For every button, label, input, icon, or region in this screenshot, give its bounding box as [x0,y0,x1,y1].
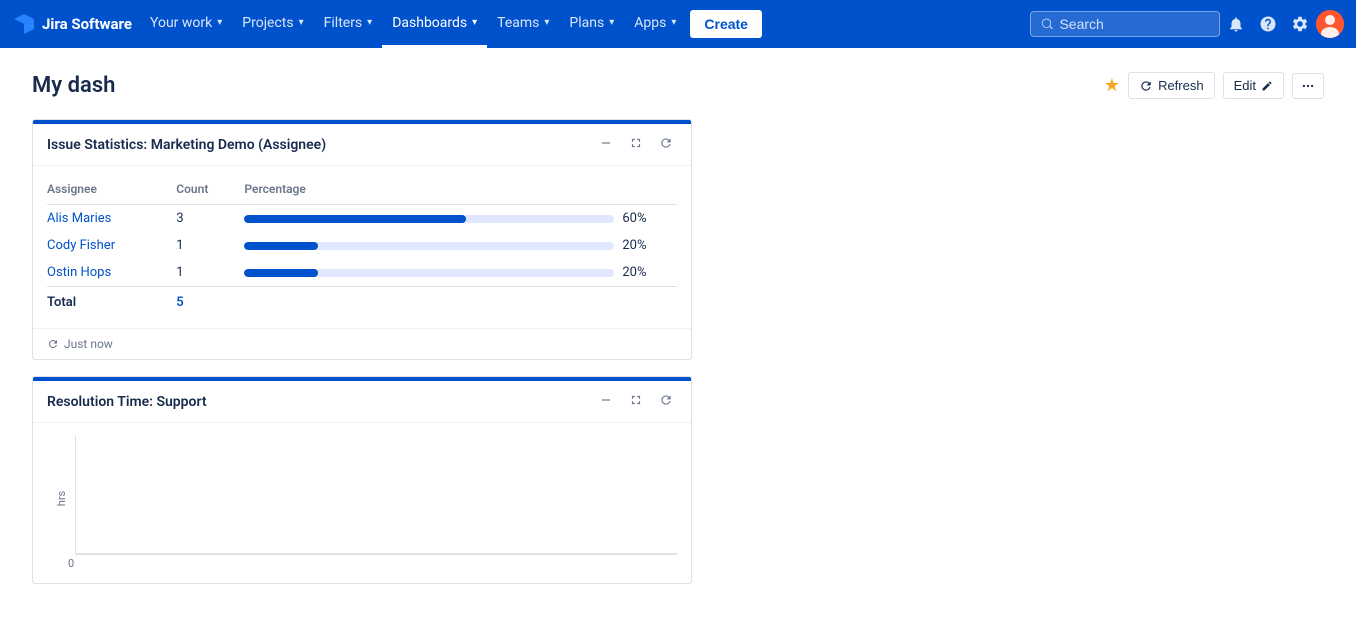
issue-statistics-widget: Issue Statistics: Marketing Demo (Assign… [32,119,692,360]
settings-button[interactable] [1284,8,1316,40]
count-cell: 3 [176,205,244,233]
resolution-widget-actions [595,391,677,412]
widget-header-actions [595,134,677,155]
percentage-cell: 20% [622,232,677,259]
create-button[interactable]: Create [690,10,762,38]
minimize-icon [599,136,613,150]
gear-icon [1291,15,1309,33]
more-icon [1301,79,1315,93]
widget-header: Issue Statistics: Marketing Demo (Assign… [33,124,691,166]
refresh-button[interactable]: Refresh [1128,72,1215,99]
assignee-cell: Cody Fisher [47,232,176,259]
bar-cell [244,259,622,287]
footer-timestamp: Just now [64,337,113,351]
refresh-icon [659,393,673,407]
total-value: 5 [176,287,244,317]
notifications-button[interactable] [1220,8,1252,40]
assignee-link[interactable]: Ostin Hops [47,265,111,280]
chevron-down-icon: ▾ [299,17,304,28]
col-percentage: Percentage [244,178,677,205]
page-header: My dash ★ Refresh Edit [32,72,1324,99]
chevron-down-icon: ▾ [671,17,676,28]
page-actions: ★ Refresh Edit [1104,72,1324,99]
nav-item-dashboards[interactable]: Dashboards ▾ [382,0,487,48]
nav-item-plans[interactable]: Plans ▾ [559,0,624,48]
help-icon [1259,15,1277,33]
jira-logo[interactable]: Jira Software [12,12,132,36]
widget-expand-button[interactable] [625,134,647,155]
bar-track [244,215,614,223]
resolution-widget-header: Resolution Time: Support [33,381,691,423]
nav-item-teams[interactable]: Teams ▾ [487,0,559,48]
widget-body: Assignee Count Percentage Alis Maries 3 … [33,166,691,328]
assignee-cell: Ostin Hops [47,259,176,287]
search-input[interactable] [1059,16,1209,32]
y-axis-label: hrs [55,491,68,506]
table-row: Alis Maries 3 60% [47,205,677,233]
bar-fill [244,269,318,277]
page-title: My dash [32,73,115,98]
table-row: Ostin Hops 1 20% [47,259,677,287]
pencil-icon [1261,80,1273,92]
help-button[interactable] [1252,8,1284,40]
widget-minimize-button[interactable] [595,134,617,155]
minimize-icon [599,393,613,407]
bar-track [244,242,614,250]
percentage-cell: 20% [622,259,677,287]
table-row: Cody Fisher 1 20% [47,232,677,259]
zero-label: 0 [68,557,74,570]
chevron-down-icon: ▾ [367,17,372,28]
resolution-refresh-button[interactable] [655,391,677,412]
bar-track [244,269,614,277]
edit-button[interactable]: Edit [1223,72,1284,99]
resolution-widget-title: Resolution Time: Support [47,394,207,410]
count-cell: 1 [176,259,244,287]
percentage-cell: 60% [622,205,677,233]
jira-logo-icon [12,12,36,36]
nav-item-your-work[interactable]: Your work ▾ [140,0,232,48]
bell-icon [1227,15,1245,33]
expand-icon [629,136,643,150]
avatar-image [1316,10,1344,38]
nav-item-filters[interactable]: Filters ▾ [314,0,383,48]
assignee-link[interactable]: Cody Fisher [47,238,115,253]
chevron-down-icon: ▾ [544,17,549,28]
bar-cell [244,205,622,233]
count-cell: 1 [176,232,244,259]
navbar: Jira Software Your work ▾ Projects ▾ Fil… [0,0,1356,48]
search-box[interactable] [1030,11,1220,37]
col-count: Count [176,178,244,205]
bar-fill [244,215,466,223]
resolution-time-widget: Resolution Time: Support hrs 0 [32,376,692,584]
chevron-down-icon: ▾ [217,17,222,28]
assignee-cell: Alis Maries [47,205,176,233]
jira-logo-text: Jira Software [42,15,132,33]
resolution-expand-button[interactable] [625,391,647,412]
star-button[interactable]: ★ [1104,75,1120,96]
total-label: Total [47,287,176,317]
main-content: My dash ★ Refresh Edit [0,48,1356,608]
refresh-small-icon [47,338,59,350]
refresh-icon [1139,79,1153,93]
issue-statistics-table: Assignee Count Percentage Alis Maries 3 … [47,178,677,316]
widget-title: Issue Statistics: Marketing Demo (Assign… [47,137,326,153]
chevron-down-icon: ▾ [472,17,477,28]
resolution-chart-area: hrs 0 [33,423,691,583]
resolution-minimize-button[interactable] [595,391,617,412]
widget-refresh-button[interactable] [655,134,677,155]
bar-cell [244,232,622,259]
col-assignee: Assignee [47,178,176,205]
bar-fill [244,242,318,250]
widget-footer: Just now [33,328,691,359]
avatar[interactable] [1316,10,1344,38]
chevron-down-icon: ▾ [609,17,614,28]
expand-icon [629,393,643,407]
assignee-link[interactable]: Alis Maries [47,211,111,226]
refresh-icon [659,136,673,150]
search-icon [1041,17,1053,31]
nav-item-projects[interactable]: Projects ▾ [232,0,313,48]
more-button[interactable] [1292,73,1324,99]
total-row: Total 5 [47,287,677,317]
nav-item-apps[interactable]: Apps ▾ [624,0,686,48]
